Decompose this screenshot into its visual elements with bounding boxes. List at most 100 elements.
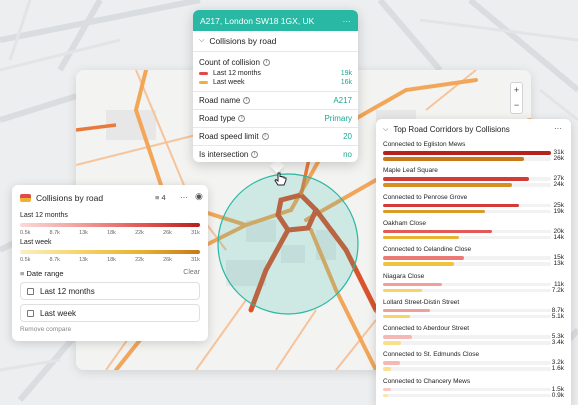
zoom-out-button[interactable]: −: [511, 98, 522, 113]
legend-header: Collisions by road: [20, 193, 103, 203]
bar-last-week: [383, 183, 513, 187]
field-speed-limit: Road speed limit i 20: [193, 128, 358, 145]
calendar-icon: [27, 287, 34, 295]
bar-last-12-months: [383, 256, 464, 260]
corridor-item[interactable]: Connected to Penrose Grove 25k 19k: [383, 194, 564, 215]
bar-last-week: [383, 262, 454, 266]
tick-label: 22k: [135, 230, 144, 236]
zoom-control[interactable]: + −: [510, 82, 523, 114]
bar-last-12-months: [383, 282, 442, 286]
layer-color-icon: [20, 194, 31, 202]
bar-last-12-months: [383, 229, 493, 234]
corridor-name: Oakham Close: [383, 219, 426, 227]
info-icon: i: [243, 97, 251, 105]
field-road-name: Road name i A217: [193, 92, 358, 109]
field-label: Road name: [199, 96, 241, 105]
date-range-header: ≡ Date range Clear: [20, 269, 200, 278]
info-icon: i: [238, 115, 246, 123]
field-road-type: Road type i Primary: [193, 110, 358, 127]
bar-last-12-months: [383, 177, 530, 181]
top-corridors-panel: ⌵ Top Road Corridors by Collisions ··· C…: [376, 119, 571, 405]
tick-label: 8.7k: [49, 230, 60, 236]
field-label: Is intersection: [199, 150, 249, 159]
value-last-week: 5.1k: [551, 312, 564, 320]
corridor-name: Connected to Aberdour Street: [383, 325, 470, 333]
popup-section-header[interactable]: ⌵ Collisions by road: [193, 31, 358, 52]
bar-last-week: [383, 288, 422, 292]
corridor-item[interactable]: Lollard Street-Distin Street 8.7k 5.1k: [383, 299, 564, 320]
bar-last-week: [383, 393, 389, 398]
series-label: Last 12 months: [213, 70, 261, 77]
legend-swatch-yellow: [199, 80, 208, 84]
corridor-name: Maple Leaf Square: [383, 167, 438, 175]
bar-last-12-months: [383, 361, 400, 365]
corridor-item[interactable]: Niagara Close 11k 7.2k: [383, 273, 564, 294]
hand-cursor-icon: [274, 172, 287, 186]
corridor-item[interactable]: Connected to St. Edmunds Close 3.2k 1.6k: [383, 351, 564, 372]
count-header: Count of collision i: [193, 58, 358, 67]
date-select-lastweek[interactable]: Last week: [20, 304, 200, 322]
corridor-item[interactable]: Maple Leaf Square 27k 24k: [383, 167, 564, 188]
bar-last-12-months: [383, 335, 412, 339]
field-value: A217: [333, 96, 352, 105]
field-label: Road speed limit: [199, 132, 259, 141]
info-icon: i: [262, 59, 270, 66]
value-last-week: 24k: [553, 181, 564, 189]
last12-color-scale: [20, 223, 200, 227]
value-last-week: 19k: [553, 207, 564, 215]
value-last-week: 0.9k: [551, 391, 564, 399]
value-last-week: 3.4k: [551, 339, 564, 347]
clear-button[interactable]: Clear: [183, 269, 200, 278]
corridor-name: Connected to Chancery Mews: [383, 377, 471, 385]
bar-last-12-months: [383, 203, 520, 208]
date-range-label: Date range: [26, 269, 64, 278]
bar-last-week: [383, 314, 410, 319]
date-value: Last 12 months: [40, 286, 95, 296]
tick-label: 26k: [163, 230, 172, 236]
popup-more-icon[interactable]: ···: [343, 16, 352, 26]
bar-track: [383, 393, 551, 398]
road-info-popup: A217, London SW18 1GX, UK ··· ⌵ Collisio…: [193, 10, 358, 162]
tick-label: 0.5k: [20, 257, 31, 263]
corridor-name: Connected to Egliston Mews: [383, 141, 466, 148]
date-select-last12[interactable]: Last 12 months: [20, 282, 200, 300]
corridor-item[interactable]: Connected to Chancery Mews 1.5k 0.9k: [383, 378, 564, 399]
corridor-name: Connected to Celandine Close: [383, 246, 472, 254]
filter-icon: ≡: [20, 269, 25, 278]
bar-track: [383, 367, 551, 371]
date-value: Last week: [40, 308, 77, 318]
corridor-name: Lollard Street-Distin Street: [383, 298, 460, 306]
last12-label: Last 12 months: [20, 212, 68, 219]
corridor-item[interactable]: Oakham Close 20k 14k: [383, 220, 564, 241]
legend-swatch-red: [199, 71, 208, 75]
bar-last-week: [383, 157, 525, 161]
series-value: 19k: [340, 70, 352, 77]
zoom-in-button[interactable]: +: [511, 83, 522, 98]
remove-compare-link[interactable]: Remove compare: [20, 326, 71, 333]
popup-section-title: Collisions by road: [209, 36, 277, 46]
lastweek-label: Last week: [20, 239, 52, 246]
eye-icon[interactable]: ◉: [195, 191, 203, 202]
bar-last-week: [383, 341, 402, 345]
info-icon: i: [261, 133, 269, 141]
corridor-item[interactable]: Connected to Egliston Mews 31k 26k: [383, 141, 564, 162]
tick-label: 18k: [107, 257, 116, 263]
corridors-header[interactable]: ⌵ Top Road Corridors by Collisions: [383, 125, 510, 134]
field-value: 20: [343, 132, 352, 141]
lastweek-ticks: 0.5k 8.7k 13k 18k 22k 26k 31k: [20, 257, 200, 263]
corridor-name: Connected to St. Edmunds Close: [383, 351, 480, 359]
corridor-item[interactable]: Connected to Aberdour Street 5.3k 3.4k: [383, 325, 564, 346]
tick-label: 31k: [191, 257, 200, 263]
tick-label: 26k: [163, 257, 172, 263]
filter-button[interactable]: ≡ 4: [155, 193, 166, 202]
chevron-down-icon: ⌵: [383, 125, 389, 133]
legend-more-icon[interactable]: ···: [180, 193, 188, 202]
value-last-week: 1.6k: [551, 365, 564, 373]
corridor-item[interactable]: Connected to Celandine Close 15k 13k: [383, 246, 564, 267]
bar-last-week: [383, 235, 459, 240]
bar-last-12-months: [383, 151, 551, 155]
corridors-more-icon[interactable]: ···: [554, 124, 562, 133]
series-row-0: Last 12 months 19k: [193, 70, 358, 77]
field-label: Road type: [199, 114, 236, 123]
field-intersection: Is intersection i no: [193, 146, 358, 162]
